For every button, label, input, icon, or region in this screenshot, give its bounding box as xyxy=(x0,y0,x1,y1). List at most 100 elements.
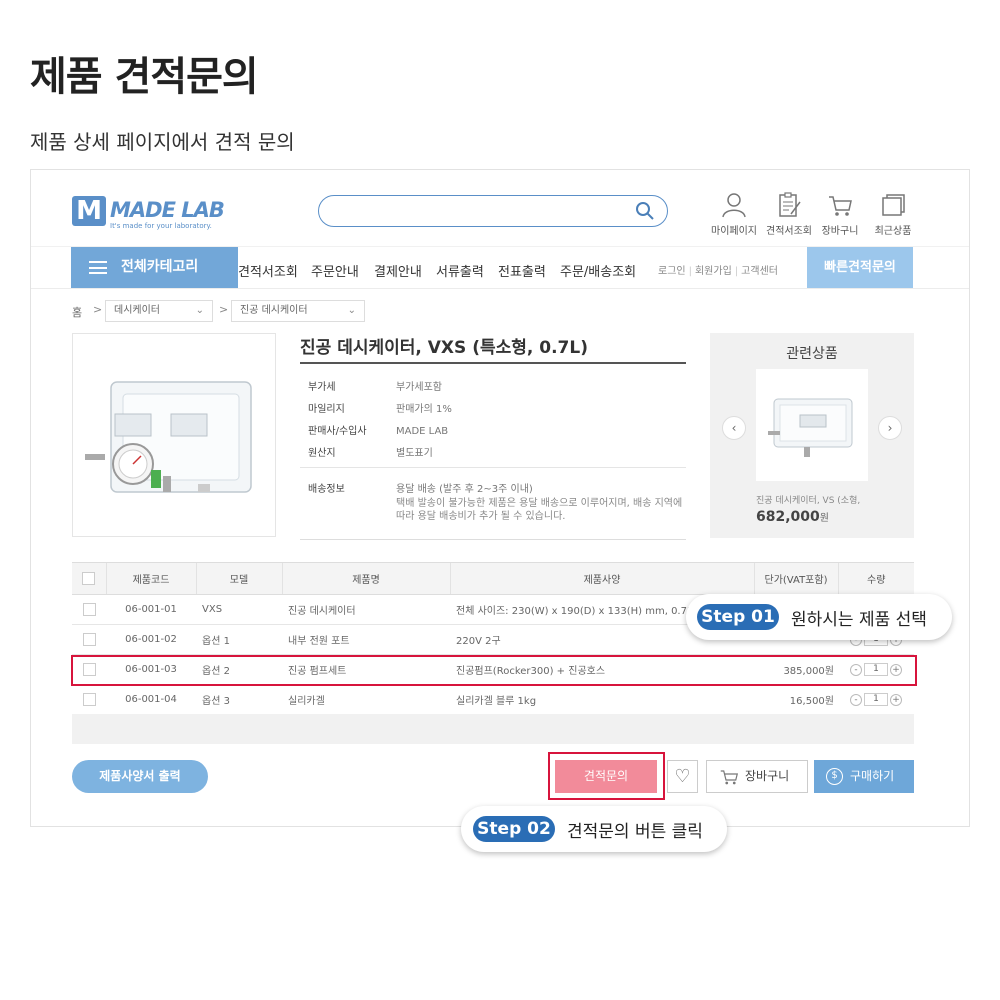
model: 옵션 3 xyxy=(196,684,282,715)
page-subtitle: 제품 상세 페이지에서 견적 문의 xyxy=(30,130,295,154)
table-header-row: 제품코드 모델 제품명 제품사양 단가(VAT포함) 수량 xyxy=(72,562,914,595)
user-icon xyxy=(722,193,746,218)
nav-util-links: 로그인 | 회원가입 | 고객센터 xyxy=(658,266,778,277)
product-spec-box: 부가세 부가세포함 마일리지 판매가의 1% 판매사/수입사 MADE LAB 원산지… xyxy=(300,362,686,540)
wishlist-button[interactable]: ♡ xyxy=(667,760,698,793)
column-header: 단가(VAT포함) xyxy=(753,562,838,595)
nav-item-order-guide[interactable]: 주문안내 xyxy=(311,261,359,280)
step-badge: Step 01 xyxy=(697,604,779,630)
spec-print-button[interactable]: 제품사양서 출력 xyxy=(72,760,208,793)
buy-label: 구매하기 xyxy=(850,769,895,783)
spec-value: 별도표기 xyxy=(396,448,433,459)
minus-button[interactable]: - xyxy=(850,693,862,706)
logo[interactable]: M MADE LAB It's made for your laboratory… xyxy=(72,196,232,232)
product-image[interactable] xyxy=(72,333,276,537)
row-checkbox[interactable] xyxy=(82,603,96,616)
buy-button[interactable]: $ 구매하기 xyxy=(814,760,914,793)
logo-tagline: It's made for your laboratory. xyxy=(110,222,212,230)
product-name: 진공 데시케이터 xyxy=(282,594,450,625)
spec-label: 판매사/수입사 xyxy=(308,426,367,437)
nav-item-order-tracking[interactable]: 주문/배송조회 xyxy=(560,261,636,280)
table-row: 06-001-04 옵션 3 실리카겔 실리카겔 블루 1kg 16,500원 … xyxy=(72,684,914,715)
spec-label: 마일리지 xyxy=(308,404,345,415)
select-all-header[interactable] xyxy=(72,562,106,595)
clipboard-icon xyxy=(779,192,801,217)
related-next-button[interactable]: › xyxy=(878,416,902,440)
spec-value: 판매가의 1% xyxy=(396,404,452,415)
related-products-panel: 관련상품 ‹ › 진공 데시케이터, VS (소형, 682,000원 xyxy=(710,333,914,538)
spec-row: 배송정보 용달 배송 (발주 후 2~3주 이내) xyxy=(308,480,533,495)
quantity-input[interactable]: 1 xyxy=(864,693,888,706)
spec-row: 판매사/수입사 MADE LAB xyxy=(308,422,448,437)
nav-item-payment-guide[interactable]: 결제안내 xyxy=(374,261,422,280)
nav-item-documents[interactable]: 서류출력 xyxy=(436,261,484,280)
related-title: 관련상품 xyxy=(786,346,838,362)
menu-icon xyxy=(89,261,107,274)
cart-icon xyxy=(720,770,739,785)
logo-text: MADE LAB xyxy=(110,198,225,222)
util-label: 마이페이지 xyxy=(711,226,757,237)
quick-quote-button[interactable]: 빠른견적문의 xyxy=(807,247,913,288)
product-name: 내부 전원 포트 xyxy=(282,624,450,655)
step-text: 원하시는 제품 선택 xyxy=(791,610,927,630)
breadcrumb-select-category[interactable]: 데시케이터 ⌄ xyxy=(105,300,213,322)
model: 옵션 1 xyxy=(196,624,282,655)
row-checkbox[interactable] xyxy=(82,693,96,706)
nav-item-receipts[interactable]: 전표출력 xyxy=(498,261,546,280)
breadcrumb-select-value: 데시케이터 xyxy=(114,305,160,316)
desiccator-image xyxy=(85,381,252,493)
util-recent[interactable]: 최근상품 xyxy=(867,192,919,237)
step-text: 견적문의 버튼 클릭 xyxy=(567,822,703,842)
product-code: 06-001-01 xyxy=(106,594,196,625)
unit-price: 16,500원 xyxy=(754,684,838,715)
desiccator-image xyxy=(768,398,853,457)
column-header: 제품사양 xyxy=(449,562,754,595)
logo-mark: M xyxy=(72,196,106,226)
cart-label: 장바구니 xyxy=(745,769,790,783)
related-product-image[interactable] xyxy=(756,369,868,481)
screenshot-frame: M MADE LAB It's made for your laboratory… xyxy=(30,169,970,827)
column-header: 수량 xyxy=(837,562,914,595)
cart-button[interactable]: 장바구니 xyxy=(706,760,808,793)
breadcrumb-select-subcategory[interactable]: 진공 데시케이터 ⌄ xyxy=(231,300,365,322)
util-label: 견적서조회 xyxy=(766,226,812,237)
nav-item-quotes[interactable]: 견적서조회 xyxy=(238,261,298,280)
spec-label: 부가세 xyxy=(308,382,336,393)
related-prev-button[interactable]: ‹ xyxy=(722,416,746,440)
breadcrumb-arrow: > xyxy=(93,303,103,316)
util-mypage[interactable]: 마이페이지 xyxy=(708,192,760,237)
product-name: 실리카겔 xyxy=(282,684,450,715)
divider xyxy=(300,467,686,468)
plus-button[interactable]: + xyxy=(890,693,902,706)
support-link[interactable]: 고객센터 xyxy=(741,266,778,277)
select-all-checkbox[interactable] xyxy=(82,572,96,585)
spec-value: MADE LAB xyxy=(396,426,449,437)
table-footer xyxy=(72,714,914,744)
step-02-callout: Step 02 견적문의 버튼 클릭 xyxy=(461,806,727,852)
model: VXS xyxy=(196,594,282,625)
util-cart[interactable]: 장바구니 xyxy=(814,192,866,237)
category-menu-button[interactable]: 전체카테고리 xyxy=(71,247,238,288)
product-code: 06-001-04 xyxy=(106,684,196,715)
util-label: 최근상품 xyxy=(874,226,912,237)
util-quotes[interactable]: 견적서조회 xyxy=(763,192,815,237)
search-icon[interactable] xyxy=(635,201,655,221)
spec-row: 마일리지 판매가의 1% xyxy=(308,400,452,415)
price-unit: 원 xyxy=(819,513,829,524)
related-product-name[interactable]: 진공 데시케이터, VS (소형, xyxy=(756,493,860,506)
login-link[interactable]: 로그인 xyxy=(658,266,686,277)
column-header: 제품명 xyxy=(281,562,450,595)
page-title: 제품 견적문의 xyxy=(30,54,259,100)
search-input[interactable] xyxy=(318,195,668,227)
breadcrumb-arrow: > xyxy=(219,303,229,316)
related-product-price: 682,000원 xyxy=(756,509,829,525)
signup-link[interactable]: 회원가입 xyxy=(695,266,732,277)
spec-value: 부가세포함 xyxy=(396,382,442,393)
divider xyxy=(31,288,969,289)
spec-value: 용달 배송 (발주 후 2~3주 이내) xyxy=(396,484,533,495)
quantity-stepper[interactable]: -1+ xyxy=(838,684,914,715)
spec-row: 부가세 부가세포함 xyxy=(308,378,442,393)
row-checkbox[interactable] xyxy=(82,633,96,646)
quote-button[interactable]: 견적문의 xyxy=(555,760,657,793)
breadcrumb-home[interactable]: 홈 xyxy=(72,304,82,320)
